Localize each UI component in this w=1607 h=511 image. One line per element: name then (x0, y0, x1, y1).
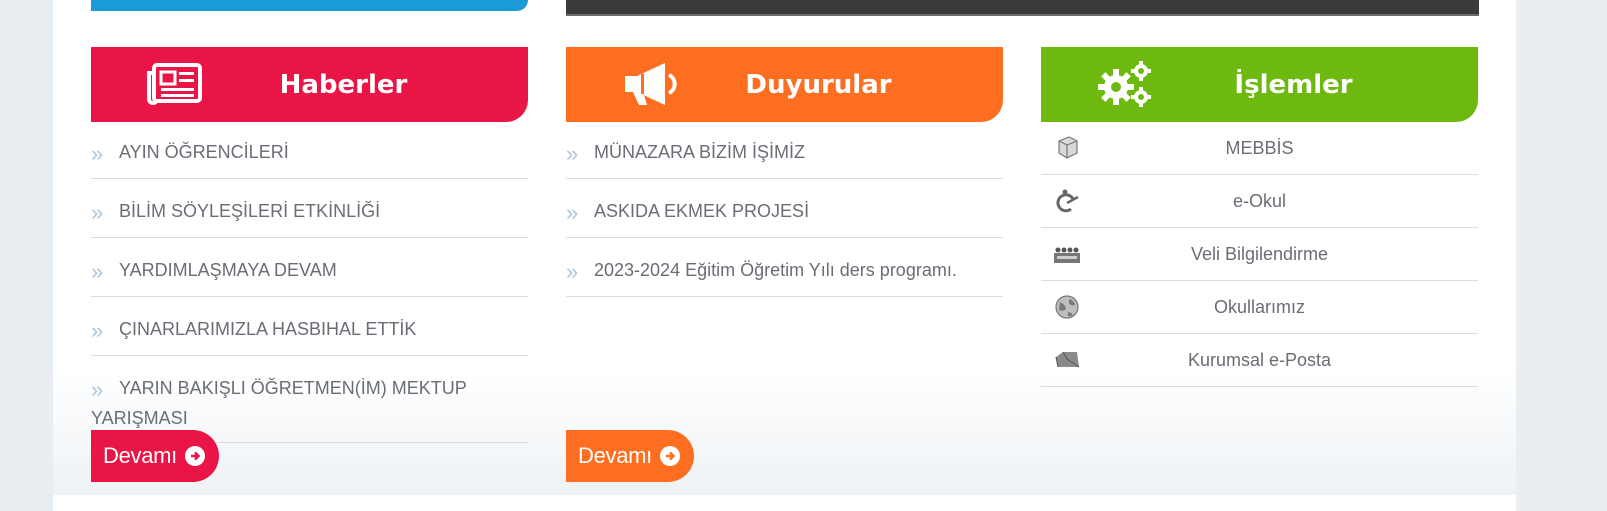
news-item-label[interactable]: ÇINARLARIMIZLA HASBIHAL ETTİK (119, 319, 416, 339)
news-column: Haberler » AYIN ÖĞRENCİLERİ » BİLİM SÖYLEŞ… (91, 47, 528, 443)
double-chevron-icon: » (566, 200, 579, 225)
news-item[interactable]: » YARDIMLAŞMAYA DEVAM (91, 238, 528, 297)
double-chevron-icon: » (91, 141, 104, 166)
arrow-right-circle-icon (185, 446, 205, 466)
globe-icon (1055, 295, 1079, 319)
news-item-label[interactable]: YARDIMLAŞMAYA DEVAM (119, 260, 337, 280)
operation-item-veli[interactable]: Veli Bilgilendirme (1041, 228, 1478, 281)
announcements-column: Duyurular » MÜNAZARA BİZİM İŞİMİZ » ASKIDA… (566, 47, 1003, 297)
gears-icon (1098, 61, 1151, 107)
news-more-button[interactable]: Devamı (91, 430, 219, 482)
announcement-item[interactable]: » MÜNAZARA BİZİM İŞİMİZ (566, 122, 1003, 179)
operations-column: İşlemler MEBBİS e-Okul Veli Bilgilendirm… (1041, 47, 1478, 387)
news-item[interactable]: » ÇINARLARIMIZLA HASBIHAL ETTİK (91, 297, 528, 356)
operations-list: MEBBİS e-Okul Veli Bilgilendirme Okullar… (1041, 122, 1478, 387)
operation-item-okullarimiz[interactable]: Okullarımız (1041, 281, 1478, 334)
operation-label[interactable]: Okullarımız (1041, 297, 1478, 318)
announcements-title: Duyurular (745, 69, 892, 100)
news-item-label[interactable]: YARIN BAKIŞLI ÖĞRETMEN(İM) MEKTUP YARIŞM… (91, 378, 466, 428)
operation-item-eokul[interactable]: e-Okul (1041, 175, 1478, 228)
double-chevron-icon: » (566, 141, 579, 166)
news-more-label: Devamı (103, 443, 177, 468)
mebbis-icon (1058, 136, 1078, 159)
double-chevron-icon: » (91, 377, 104, 402)
double-chevron-icon: » (91, 318, 104, 343)
operation-item-mebbis[interactable]: MEBBİS (1041, 122, 1478, 175)
news-header[interactable]: Haberler (91, 47, 528, 122)
announcements-header[interactable]: Duyurular (566, 47, 1003, 122)
newspaper-icon (147, 63, 202, 105)
announcements-list: » MÜNAZARA BİZİM İŞİMİZ » ASKIDA EKMEK PRO… (566, 122, 1003, 297)
operation-label[interactable]: MEBBİS (1041, 138, 1478, 159)
news-item-label[interactable]: AYIN ÖĞRENCİLERİ (119, 142, 289, 162)
top-slider-panel (566, 0, 1479, 16)
news-item-label[interactable]: BİLİM SÖYLEŞİLERİ ETKİNLİĞİ (119, 201, 380, 221)
operation-item-eposta[interactable]: Kurumsal e-Posta (1041, 334, 1478, 387)
operation-label[interactable]: Kurumsal e-Posta (1041, 350, 1478, 371)
double-chevron-icon: » (91, 259, 104, 284)
double-chevron-icon: » (566, 259, 579, 284)
operation-label[interactable]: e-Okul (1041, 191, 1478, 212)
announcement-item-label[interactable]: MÜNAZARA BİZİM İŞİMİZ (594, 142, 805, 162)
announcements-more-label: Devamı (578, 443, 652, 468)
announcement-item-label[interactable]: 2023-2024 Eğitim Öğretim Yılı ders progr… (594, 260, 957, 280)
footer-strip (53, 495, 1516, 511)
operations-title: İşlemler (1234, 69, 1353, 100)
news-item[interactable]: » AYIN ÖĞRENCİLERİ (91, 122, 528, 179)
announcements-more-button[interactable]: Devamı (566, 430, 694, 482)
news-list: » AYIN ÖĞRENCİLERİ » BİLİM SÖYLEŞİLERİ ETK… (91, 122, 528, 443)
double-chevron-icon: » (91, 200, 104, 225)
top-blue-panel (91, 0, 528, 11)
announcement-item[interactable]: » 2023-2024 Eğitim Öğretim Yılı ders prog… (566, 238, 1003, 297)
operations-header[interactable]: İşlemler (1041, 47, 1478, 122)
megaphone-icon (625, 63, 677, 105)
operation-label[interactable]: Veli Bilgilendirme (1041, 244, 1478, 265)
parents-icon (1054, 247, 1080, 263)
arrow-right-circle-icon (660, 446, 680, 466)
eokul-icon (1056, 189, 1079, 213)
news-title: Haberler (279, 69, 408, 100)
news-item[interactable]: » BİLİM SÖYLEŞİLERİ ETKİNLİĞİ (91, 179, 528, 238)
mail-icon (1055, 351, 1080, 368)
announcement-item[interactable]: » ASKIDA EKMEK PROJESİ (566, 179, 1003, 238)
announcement-item-label[interactable]: ASKIDA EKMEK PROJESİ (594, 201, 809, 221)
